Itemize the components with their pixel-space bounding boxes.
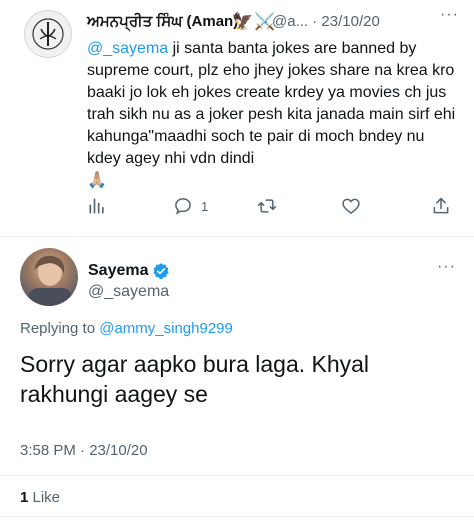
tweet1-handle-date[interactable]: @a... · 23/10/20 xyxy=(272,13,380,30)
replying-to-link[interactable]: @ammy_singh9299 xyxy=(99,320,233,337)
like-icon xyxy=(342,198,360,214)
divider xyxy=(0,475,474,476)
reply-button[interactable]: 1 xyxy=(173,196,208,216)
tweet2-author-name[interactable]: Sayema xyxy=(88,262,149,280)
tweet2-text: Sorry agar aapko bura laga. Khyal rakhun… xyxy=(20,351,370,407)
divider xyxy=(0,236,474,237)
tweet1-date[interactable]: · 23/10/20 xyxy=(312,13,380,30)
reply-icon xyxy=(175,198,191,215)
replying-to-line: Replying to @ammy_singh9299 xyxy=(20,320,233,337)
verified-badge-icon xyxy=(153,263,169,279)
divider xyxy=(0,516,474,517)
tweet1-more-icon[interactable]: ··· xyxy=(440,6,459,24)
reply-count: 1 xyxy=(201,198,209,214)
analytics-button[interactable] xyxy=(87,196,107,216)
replying-prefix: Replying to xyxy=(20,320,100,337)
tweet1-body: @_sayema ji santa banta jokes are banned… xyxy=(87,38,457,192)
analytics-icon xyxy=(89,198,104,214)
share-icon xyxy=(433,197,449,214)
share-button[interactable] xyxy=(431,196,451,216)
like-button[interactable] xyxy=(341,196,361,216)
avatar-aman[interactable] xyxy=(24,10,72,58)
likes-stat[interactable]: 1 Like xyxy=(20,489,60,506)
name-emoji-icons: 🦅⚔️ xyxy=(232,12,277,31)
folded-hands-emoji: 🙏🏼 xyxy=(87,172,107,189)
tweet1-mention-link[interactable]: @_sayema xyxy=(87,40,168,57)
retweet-icon xyxy=(257,199,277,213)
likes-label: Like xyxy=(28,489,61,506)
avatar-sayema[interactable] xyxy=(20,248,78,306)
tweet2-handle[interactable]: @_sayema xyxy=(88,283,169,301)
tweet2-timestamp[interactable]: 3:58 PM · 23/10/20 xyxy=(20,442,148,459)
tweet1-author-name[interactable]: ਅਮਨਪ੍ਰੀਤ ਸਿੰਘ (Aman) xyxy=(87,13,238,30)
tweet1-action-bar: 1 xyxy=(87,196,457,222)
tweet1-body-text: ji santa banta jokes are banned by supre… xyxy=(87,40,460,167)
retweet-button[interactable] xyxy=(257,196,277,216)
profile-photo-icon xyxy=(28,255,72,306)
khanda-logo-icon xyxy=(32,18,64,50)
tweet2-more-icon[interactable]: ··· xyxy=(437,258,456,276)
tweet1-handle[interactable]: @a... xyxy=(272,13,308,30)
